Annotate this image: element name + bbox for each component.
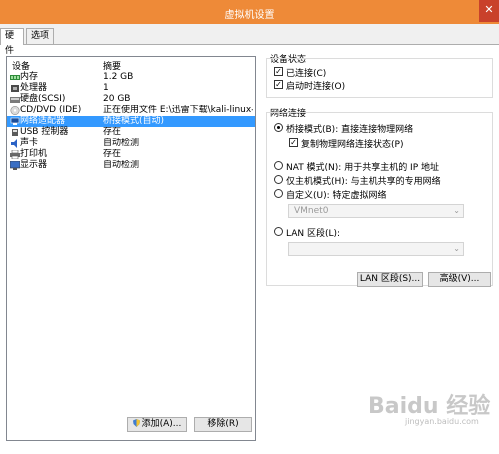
memory-icon <box>10 73 20 81</box>
device-summary: 桥接模式(自动) <box>103 116 165 126</box>
watermark-url: jingyan.baidu.com <box>405 417 479 426</box>
device-name: USB 控制器 <box>20 127 69 137</box>
device-name: 硬盘(SCSI) <box>20 94 66 104</box>
watermark-logo: Baidu 经验 <box>368 394 491 419</box>
tab-hardware[interactable]: 硬件 <box>0 28 24 56</box>
device-row-memory[interactable]: 内存 1.2 GB <box>7 72 255 83</box>
device-row-cd-dvd[interactable]: CD/DVD (IDE) 正在使用文件 E:\迅雷下载\kali-linux-.… <box>7 105 255 116</box>
custom-network-value: VMnet0 <box>294 206 329 216</box>
bridged-label[interactable]: 桥接模式(B): 直接连接物理网络 <box>286 122 413 135</box>
device-row-processor[interactable]: 处理器 1 <box>7 83 255 94</box>
host-only-label[interactable]: 仅主机模式(H): 与主机共享的专用网络 <box>286 174 441 187</box>
column-device: 设备 <box>12 62 31 72</box>
device-summary: 1.2 GB <box>103 72 134 82</box>
device-row-harddisk[interactable]: 硬盘(SCSI) 20 GB <box>7 94 255 105</box>
bridged-radio[interactable] <box>274 123 283 132</box>
replicate-state-label[interactable]: 复制物理网络连接状态(P) <box>301 137 403 150</box>
connect-at-power-on-label[interactable]: 启动时连接(O) <box>286 79 345 92</box>
connect-at-power-on-checkbox[interactable]: ✓ <box>274 80 283 89</box>
harddisk-icon <box>10 95 20 103</box>
connected-checkbox[interactable]: ✓ <box>274 67 283 76</box>
chevron-down-icon: ⌄ <box>453 206 460 215</box>
device-name: 处理器 <box>20 83 48 93</box>
device-summary: 1 <box>103 83 109 93</box>
device-list-header: 设备 摘要 <box>7 59 255 72</box>
device-row-printer[interactable]: 打印机 存在 <box>7 149 255 160</box>
device-name: 声卡 <box>20 138 39 148</box>
lan-segment-select[interactable]: ⌄ <box>288 242 464 256</box>
title-bar: 虚拟机设置 ✕ <box>0 0 499 24</box>
advanced-button[interactable]: 高级(V)... <box>428 272 491 287</box>
window-title: 虚拟机设置 <box>224 10 275 21</box>
device-summary: 20 GB <box>103 94 131 104</box>
replicate-state-checkbox[interactable]: ✓ <box>289 138 298 147</box>
connected-label[interactable]: 已连接(C) <box>286 66 326 79</box>
custom-radio[interactable] <box>274 189 283 198</box>
host-only-radio[interactable] <box>274 175 283 184</box>
device-summary: 存在 <box>103 127 122 137</box>
cd-dvd-icon <box>10 106 20 115</box>
device-name: 内存 <box>20 72 39 82</box>
device-summary: 自动检测 <box>103 138 140 148</box>
device-row-sound-card[interactable]: 声卡 自动检测 <box>7 138 255 149</box>
device-summary: 存在 <box>103 149 122 159</box>
device-name: CD/DVD (IDE) <box>20 105 82 115</box>
device-name: 网络适配器 <box>20 116 66 126</box>
device-name: 显示器 <box>20 160 48 170</box>
remove-button[interactable]: 移除(R) <box>194 417 252 432</box>
nat-label[interactable]: NAT 模式(N): 用于共享主机的 IP 地址 <box>286 160 439 173</box>
tab-options[interactable]: 选项 <box>26 28 54 44</box>
custom-label[interactable]: 自定义(U): 特定虚拟网络 <box>286 188 387 201</box>
device-row-usb[interactable]: USB 控制器 存在 <box>7 127 255 138</box>
sound-card-icon <box>10 139 19 148</box>
display-icon <box>9 160 21 170</box>
lan-segment-label[interactable]: LAN 区段(L): <box>286 226 340 239</box>
custom-network-select[interactable]: VMnet0 ⌄ <box>288 204 464 218</box>
shield-icon <box>132 419 140 427</box>
lan-segment-radio[interactable] <box>274 227 283 236</box>
network-adapter-icon <box>10 117 20 125</box>
add-button-label: 添加(A)... <box>141 419 182 429</box>
device-name: 打印机 <box>20 149 48 159</box>
device-row-display[interactable]: 显示器 自动检测 <box>7 160 255 171</box>
lan-segments-button[interactable]: LAN 区段(S)... <box>357 272 423 287</box>
chevron-down-icon: ⌄ <box>453 244 460 253</box>
processor-icon <box>10 84 19 92</box>
printer-icon <box>10 149 20 160</box>
device-summary: 正在使用文件 E:\迅雷下载\kali-linux-... <box>103 105 253 115</box>
add-button[interactable]: 添加(A)... <box>127 417 187 432</box>
device-list[interactable]: 设备 摘要 内存 1.2 GB 处理器 1 硬盘(SCSI) 20 GB CD/… <box>6 56 256 441</box>
usb-icon <box>10 128 19 136</box>
nat-radio[interactable] <box>274 161 283 170</box>
device-summary: 自动检测 <box>103 160 140 170</box>
column-summary: 摘要 <box>103 62 122 72</box>
close-button[interactable]: ✕ <box>479 0 499 22</box>
device-row-network-adapter[interactable]: 网络适配器 桥接模式(自动) <box>7 116 255 127</box>
